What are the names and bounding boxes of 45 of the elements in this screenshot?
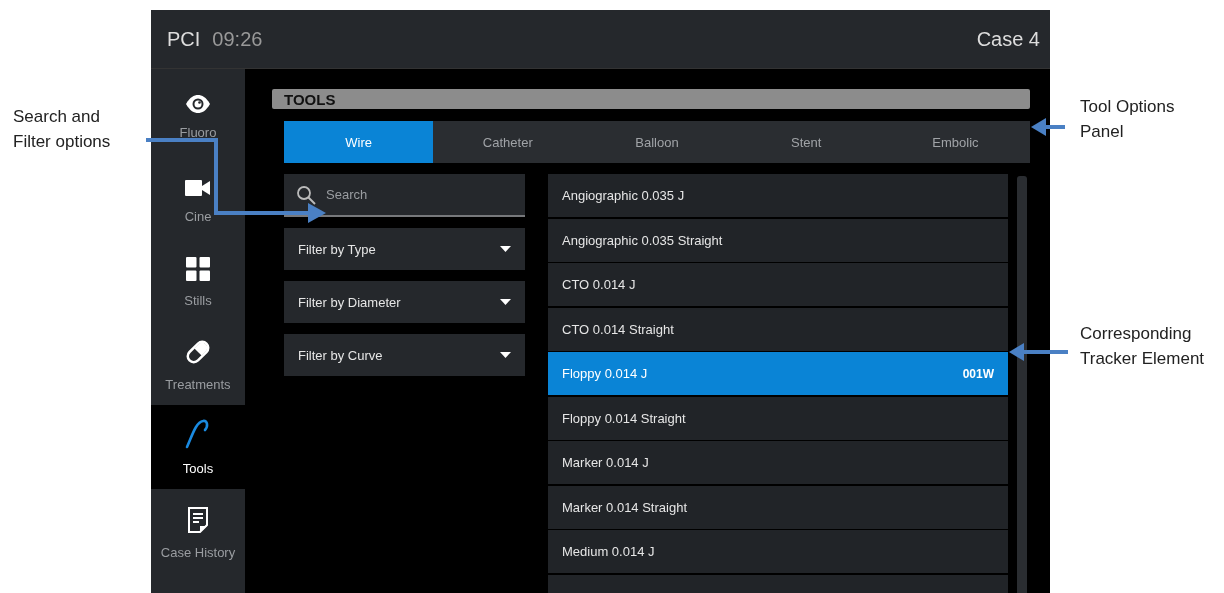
- pill-icon: [185, 338, 211, 365]
- sidebar-item[interactable]: Cine: [151, 153, 245, 237]
- filter-dropdown[interactable]: Filter by Diameter: [284, 281, 525, 323]
- list-item[interactable]: Floppy 0.014 J 001W: [548, 352, 1008, 395]
- sidebar-item[interactable]: Treatments: [151, 321, 245, 405]
- panel-title: TOOLS: [272, 89, 1030, 109]
- video-camera-icon: [185, 178, 211, 197]
- callout-arrow: [1009, 343, 1068, 361]
- eye-icon: [185, 94, 211, 113]
- callout-label: Tool Options Panel: [1080, 96, 1176, 143]
- caret-icon: [500, 299, 511, 305]
- list-item[interactable]: CTO 0.014 Straight: [548, 307, 1008, 351]
- list-item[interactable]: Marker 0.014 J: [548, 441, 1008, 484]
- list-item[interactable]: CTO 0.014 J: [548, 263, 1008, 306]
- tab[interactable]: Wire: [284, 121, 434, 163]
- filter-dropdown[interactable]: Filter by Curve: [284, 334, 525, 376]
- sidebar-item[interactable]: Fluoro: [151, 69, 245, 153]
- caret-icon: [500, 352, 511, 358]
- document-icon: [187, 506, 209, 533]
- tab[interactable]: Stent: [731, 121, 881, 163]
- list-item[interactable]: Angiographic 0.035 J: [548, 174, 1008, 217]
- list-item[interactable]: Floppy 0.014 Straight: [548, 396, 1008, 440]
- tab[interactable]: Catheter: [433, 121, 583, 163]
- sidebar-item[interactable]: Case History: [151, 489, 245, 573]
- callout-label: Corresponding Tracker Element: [1080, 323, 1206, 370]
- caret-icon: [500, 246, 511, 252]
- search-field[interactable]: Search: [284, 174, 525, 217]
- item-code: 001W: [962, 366, 994, 381]
- list-item[interactable]: Marker 0.014 Straight: [548, 485, 1008, 529]
- wire-icon: [185, 418, 211, 449]
- callout-label: Search and Filter options: [13, 106, 112, 153]
- list-item[interactable]: Angiographic 0.035 Straight: [548, 218, 1008, 262]
- filter-dropdown[interactable]: Filter by Type: [284, 228, 525, 270]
- callout-arrow: [1031, 118, 1065, 136]
- tab[interactable]: Balloon: [582, 121, 732, 163]
- sidebar-item[interactable]: Tools: [151, 405, 245, 489]
- tab[interactable]: Embolic: [880, 121, 1030, 163]
- item-name: Floppy 0.014 J: [562, 366, 648, 381]
- app-title: PCI: [167, 27, 201, 51]
- case-label: Case 4: [976, 27, 1040, 51]
- scrollbar[interactable]: [1017, 176, 1027, 593]
- grid-icon: [186, 256, 210, 281]
- list-item[interactable]: Medium 0.014 J: [548, 530, 1008, 573]
- sidebar-item[interactable]: Stills: [151, 237, 245, 321]
- clock-time: 09:26: [212, 27, 263, 51]
